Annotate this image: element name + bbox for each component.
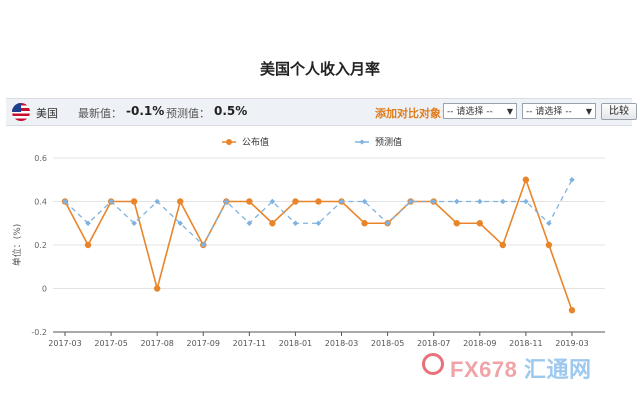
chart-grid [53, 157, 605, 333]
indicator-toolbar: 美国 最新值： -0.1% 预测值： 0.5% 添加对比对象： -- 请选择 -… [6, 98, 637, 126]
us-flag-icon [12, 103, 30, 121]
x-tick-label: 2018-01 [279, 339, 312, 348]
forecast-value: 0.5% [214, 104, 248, 118]
published-point [430, 198, 437, 205]
published-point [476, 220, 483, 227]
forecast-point [430, 198, 437, 205]
watermark-text-cn: 汇通网 [523, 357, 592, 382]
published-point [223, 198, 230, 205]
forecast-point [246, 220, 253, 227]
forecast-point [131, 220, 137, 227]
forecast-point [154, 198, 160, 205]
x-tick-label: 2017-05 [94, 339, 127, 348]
forecast-point [500, 198, 506, 205]
legend-marker [226, 139, 232, 145]
x-tick-label: 2017-09 [187, 339, 220, 348]
compare-button[interactable]: 比较 [601, 103, 637, 120]
x-tick-label: 2018-09 [463, 339, 496, 348]
forecast-point [361, 198, 368, 205]
forecast-point [407, 198, 414, 205]
published-point [361, 220, 368, 227]
series-line-published [64, 177, 573, 311]
forecast-point [200, 242, 207, 248]
compare-select-2[interactable]: -- 请选择 -- ▼ [522, 103, 596, 119]
forecast-label: 预测值： [166, 107, 210, 120]
forecast-point [292, 220, 299, 227]
y-tick-label: 0.2 [34, 241, 47, 250]
published-point [61, 198, 69, 205]
x-tick-label: 2017-11 [233, 339, 266, 348]
forecast-point [453, 198, 460, 205]
x-tick-label: 2017-08 [140, 339, 173, 348]
published-point [269, 220, 276, 227]
compare-select-2-value: -- 请选择 -- [526, 107, 572, 117]
y-tick-label: 0.4 [34, 198, 47, 207]
fx678-logo-icon [422, 353, 444, 375]
latest-label: 最新值： [78, 107, 122, 120]
published-point [522, 176, 530, 183]
published-point [107, 198, 115, 205]
forecast-point [338, 198, 345, 205]
country-label: 美国 [36, 107, 58, 120]
published-point [246, 198, 253, 205]
y-tick-label: 0 [42, 285, 47, 294]
legend-label: 预测值 [375, 136, 402, 148]
chart-axes: -0.2 0 0.2 0.4 0.6 2017-03 2017-05 2017-08 2017-… [31, 154, 605, 348]
dropdown-arrow-icon: ▼ [506, 107, 513, 116]
latest-value: -0.1% [126, 104, 165, 118]
published-point [315, 198, 322, 205]
dropdown-arrow-icon: ▼ [585, 107, 592, 116]
compare-select-1[interactable]: -- 请选择 -- ▼ [443, 103, 517, 119]
published-point [499, 241, 507, 249]
forecast-point [269, 198, 276, 205]
watermark-text: FX678 [450, 357, 518, 382]
x-tick-label: 2018-03 [325, 339, 358, 348]
series-line-forecast [64, 179, 573, 247]
forecast-point [85, 220, 91, 227]
forecast-point [62, 198, 68, 205]
x-tick-label: 2018-11 [509, 339, 542, 348]
forecast-point [546, 220, 552, 227]
legend-label: 公布值 [242, 136, 269, 148]
chart-series [61, 176, 576, 314]
published-point [338, 198, 345, 205]
add-compare-label: 添加对比对象： [375, 107, 452, 120]
published-point [200, 241, 207, 249]
published-point [177, 198, 184, 205]
published-point [545, 241, 553, 249]
forecast-point [569, 176, 575, 183]
published-point [84, 241, 92, 249]
y-tick-label: 0.6 [34, 154, 47, 163]
published-point [407, 198, 414, 205]
y-tick-label: -0.2 [31, 328, 47, 337]
published-point [292, 198, 299, 205]
published-point [130, 198, 138, 205]
page-title: 美国个人收入月率 [259, 60, 380, 78]
legend-marker [359, 139, 365, 145]
forecast-point [108, 198, 114, 205]
chart-legend: 公布值 预测值 [222, 136, 402, 148]
x-tick-label: 2017-03 [48, 339, 81, 348]
forecast-point [476, 198, 483, 205]
compare-select-1-value: -- 请选择 -- [447, 107, 493, 117]
x-tick-label: 2018-05 [371, 339, 404, 348]
published-point [453, 220, 460, 227]
published-point [384, 220, 391, 227]
x-tick-label: 2019-03 [555, 339, 588, 348]
forecast-point [523, 198, 529, 205]
x-tick-label: 2018-07 [417, 339, 450, 348]
forecast-point [177, 220, 184, 227]
y-axis-label: 单位：(%) [11, 224, 23, 267]
published-point [568, 307, 576, 314]
forecast-point [384, 220, 391, 227]
forecast-point [223, 198, 230, 205]
forecast-point [315, 220, 322, 227]
published-point [153, 285, 161, 292]
